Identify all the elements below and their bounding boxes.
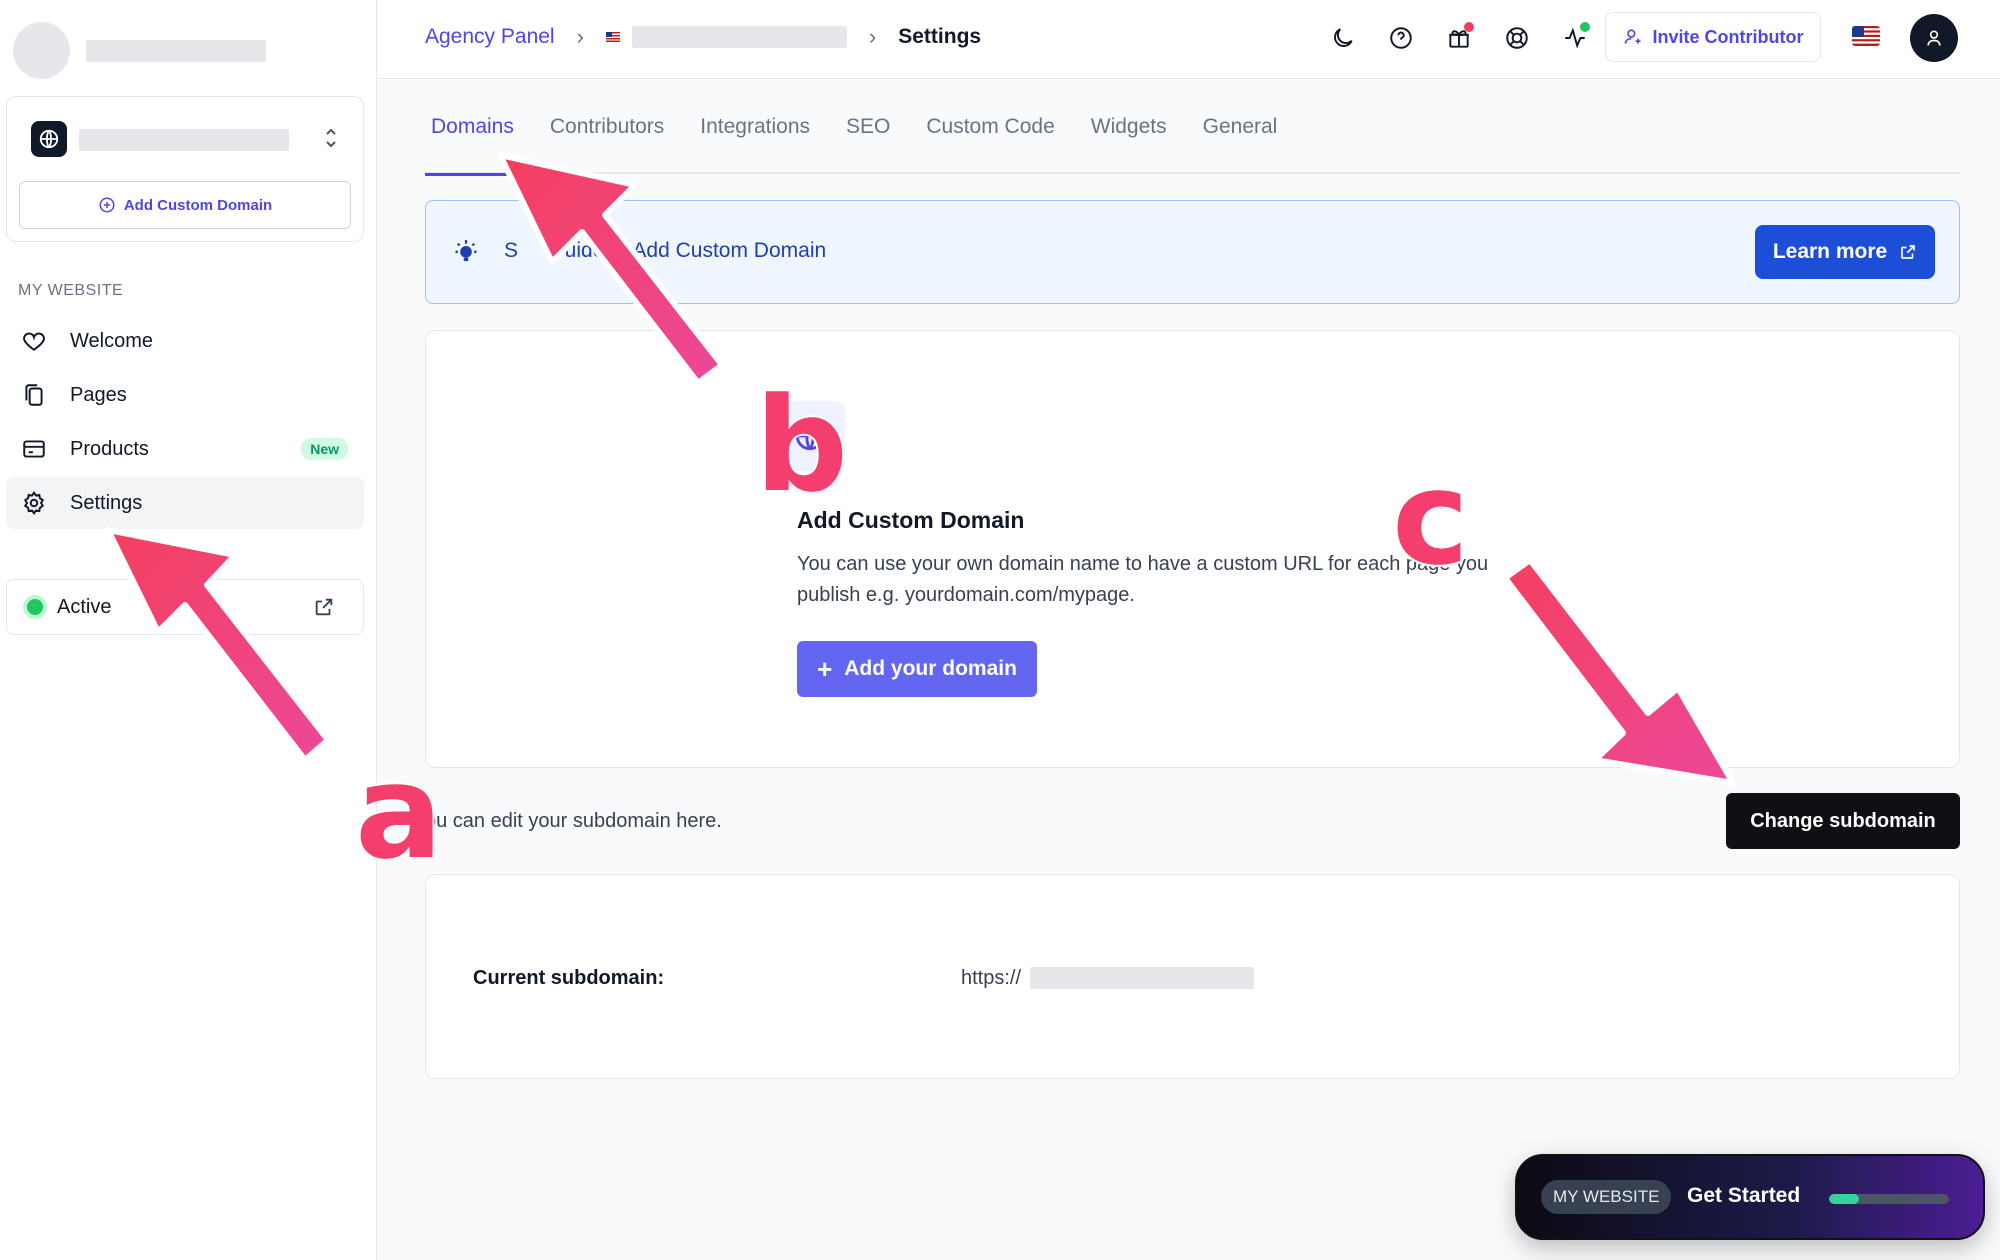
site-status-card[interactable]: Active [6,579,364,635]
card-description: You can use your own domain name to have… [797,553,1489,606]
pages-icon [20,381,48,409]
settings-tabs: Domains Contributors Integrations SEO Cu… [425,80,1960,176]
lightbulb-icon [452,239,480,272]
card-icon [20,435,48,463]
status-dot [27,599,43,615]
learn-more-button[interactable]: Learn more [1755,225,1935,279]
sidebar-item-pages[interactable]: Pages [6,369,364,421]
subdomain-help-text: ou can edit your subdomain here. [425,810,722,832]
get-started-label: Get Started [1687,1184,1801,1207]
add-custom-domain-label: Add Custom Domain [123,196,273,214]
sidebar-item-welcome[interactable]: Welcome [6,315,364,367]
add-user-icon [1624,29,1640,44]
lifebuoy-icon[interactable] [1497,18,1537,58]
main-content: Domains Contributors Integrations SEO Cu… [378,80,2000,1260]
redacted-site-crumb[interactable] [631,26,847,48]
external-link-icon[interactable] [313,596,335,624]
tab-custom-code[interactable]: Custom Code [920,80,1060,174]
sidebar-item-label: Pages [70,383,127,406]
plus-icon: + [817,654,833,684]
activity-icon[interactable] [1555,18,1595,58]
language-flag-icon[interactable] [1852,26,1880,46]
crumb-settings: Settings [898,25,982,48]
status-label: Active [57,595,112,618]
tab-integrations[interactable]: Integrations [694,80,816,174]
globe-icon [31,121,67,157]
tab-domains[interactable]: Domains [425,80,520,176]
chevron-updown-icon[interactable] [323,123,339,153]
card-title: Add Custom Domain [797,507,1025,533]
add-custom-domain-button[interactable]: Add Custom Domain [19,181,351,229]
globe-icon [775,401,845,471]
user-icon [1927,30,1941,46]
tab-seo[interactable]: SEO [840,80,896,174]
breadcrumb: Agency Panel › › Settings [425,24,981,50]
top-bar: Agency Panel › › Settings Invite Contrib… [378,0,2000,79]
plus-circle-icon [99,197,115,213]
heart-icon [20,327,48,355]
invite-contributor-label: Invite Contributor [1652,26,1804,47]
custom-domain-card: Add Custom Domain You can use your own d… [425,330,1960,768]
user-profile[interactable] [13,22,266,79]
info-banner: S uide to Add Custom Domain Learn more [425,200,1960,304]
external-link-icon [1901,245,1916,259]
redacted-user-name [86,39,266,62]
new-badge: New [301,438,348,460]
tab-general[interactable]: General [1197,80,1284,174]
sidebar-nav: Welcome Pages Products New Settings [6,315,364,531]
add-your-domain-label: Add your domain [844,657,1017,680]
help-icon[interactable] [1381,18,1421,58]
sidebar-item-label: Welcome [70,329,153,352]
invite-contributor-button[interactable]: Invite Contributor [1605,12,1821,62]
site-selector-card: Add Custom Domain [6,96,364,242]
section-label: MY WEBSITE [18,282,124,299]
change-subdomain-button[interactable]: Change subdomain [1726,793,1960,849]
get-started-widget[interactable]: MY WEBSITE Get Started [1515,1154,1985,1240]
status-dot [1580,22,1590,32]
learn-more-label: Learn more [1772,240,1888,263]
us-flag-icon [605,32,620,42]
redacted-subdomain [1030,967,1254,989]
gift-icon[interactable] [1439,18,1479,58]
sidebar-item-label: Settings [70,491,143,514]
notification-dot [1464,22,1474,32]
sidebar-item-label: Products [70,437,149,460]
chevron-right-icon: › [868,24,877,49]
subdomain-protocol: https:// [961,967,1022,989]
info-text: S uide to Add Custom Domain [504,239,827,262]
avatar [13,22,70,79]
sidebar-item-settings[interactable]: Settings [6,477,364,529]
subdomain-card: Current subdomain: https:// [425,874,1960,1079]
top-icons [1323,18,1595,58]
redacted-site-name [79,129,289,151]
chevron-right-icon: › [576,24,584,49]
sidebar: Add Custom Domain MY WEBSITE Welcome Pag… [0,0,377,1260]
crumb-agency-panel[interactable]: Agency Panel [425,25,555,49]
add-your-domain-button[interactable]: + Add your domain [797,641,1037,697]
tab-widgets[interactable]: Widgets [1085,80,1173,174]
tab-contributors[interactable]: Contributors [544,80,670,174]
moon-icon[interactable] [1323,18,1363,58]
profile-avatar[interactable] [1910,14,1958,62]
website-pill: MY WEBSITE [1541,1180,1672,1214]
progress-bar [1829,1194,1949,1204]
progress-fill [1829,1194,1859,1204]
current-subdomain-label: Current subdomain: [473,967,665,989]
gear-icon [20,489,48,517]
sidebar-item-products[interactable]: Products New [6,423,364,475]
